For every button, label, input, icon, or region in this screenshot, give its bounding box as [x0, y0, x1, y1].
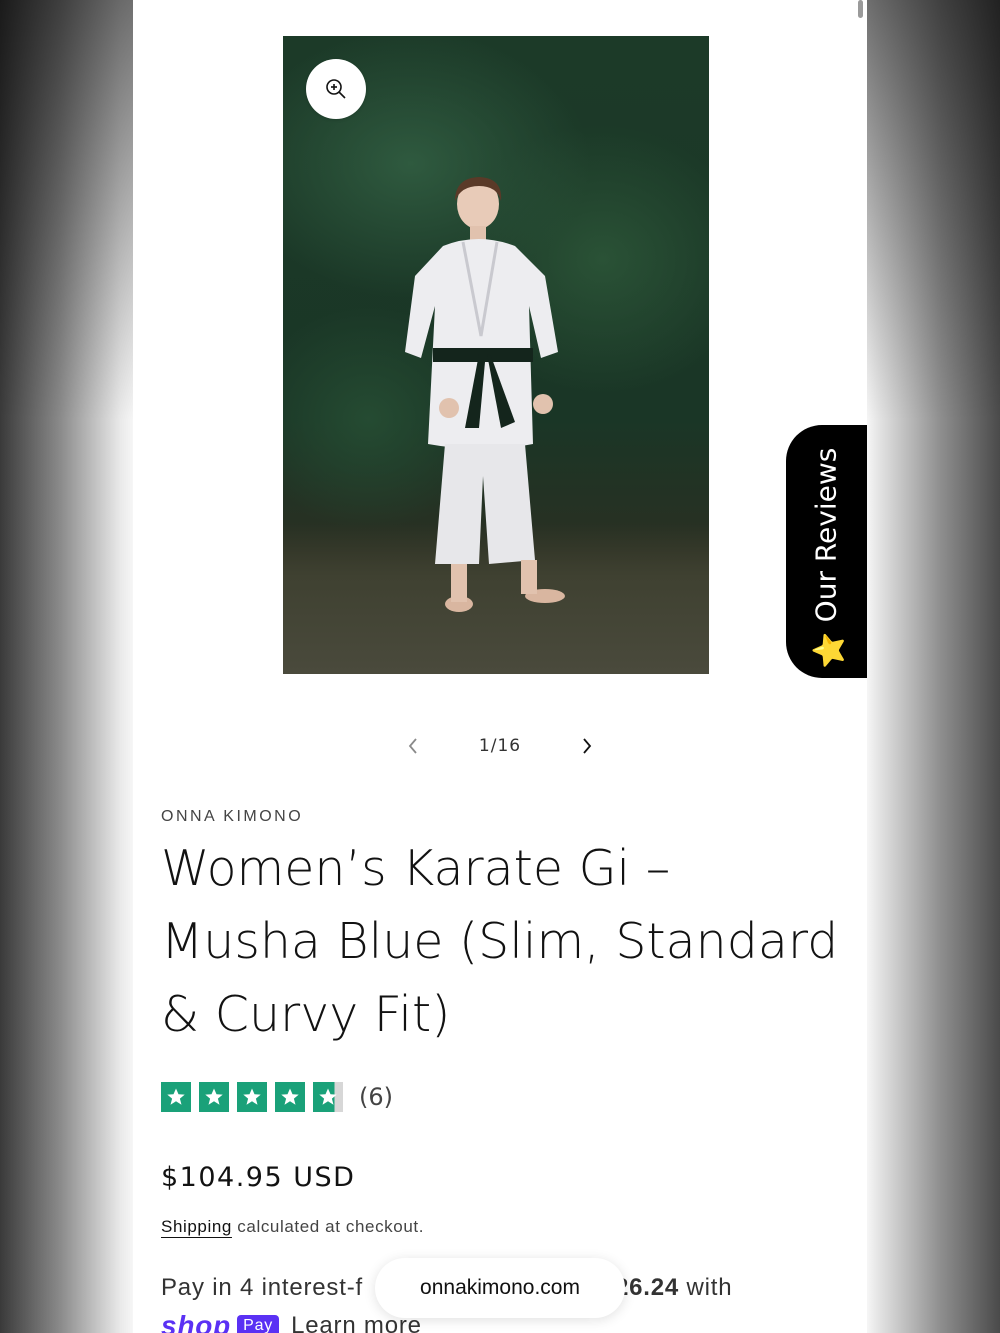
slide-counter: 1/16 — [478, 736, 522, 756]
product-rating[interactable]: (6) — [161, 1082, 393, 1112]
star-icon — [281, 1088, 299, 1105]
chevron-left-icon — [408, 738, 417, 754]
shipping-text: calculated at checkout. — [231, 1217, 425, 1236]
installments-prefix: Pay in 4 interest-f — [161, 1274, 363, 1301]
rating-star-1 — [161, 1082, 191, 1112]
product-page: Our Reviews ⭐ 1/16 ONNA KIMONO Women’s K… — [133, 0, 867, 1333]
shop-pay-logo: shop — [161, 1310, 232, 1333]
rating-star-2 — [199, 1082, 229, 1112]
star-icon — [243, 1088, 261, 1105]
product-photo-figure — [405, 177, 565, 612]
rating-count: (6) — [359, 1083, 393, 1111]
product-image[interactable] — [283, 36, 709, 674]
product-vendor: ONNA KIMONO — [161, 808, 304, 825]
shop-pay-badge: Pay — [237, 1315, 280, 1333]
zoom-button[interactable] — [306, 59, 366, 119]
zoom-in-icon — [326, 79, 346, 99]
star-half-icon — [319, 1088, 337, 1105]
our-reviews-tab[interactable]: Our Reviews ⭐ — [786, 425, 867, 678]
installments-suffix: with — [679, 1274, 733, 1301]
scrollbar[interactable] — [858, 0, 863, 18]
chevron-right-icon — [583, 738, 592, 754]
shop-pay-row: shop Pay Learn more — [161, 1310, 422, 1333]
shipping-link[interactable]: Shipping — [161, 1217, 232, 1236]
next-slide-button[interactable] — [573, 732, 601, 760]
rating-star-4 — [275, 1082, 305, 1112]
product-price: $104.95 USD — [161, 1162, 356, 1193]
gallery-pager: 1/16 — [133, 728, 867, 764]
browser-url-bar[interactable]: onnakimono.com — [375, 1258, 625, 1318]
rating-star-5 — [313, 1082, 343, 1112]
url-text: onnakimono.com — [420, 1276, 580, 1299]
star-icon: ⭐ — [813, 631, 847, 670]
shipping-note: Shipping calculated at checkout. — [161, 1217, 424, 1237]
product-title: Women’s Karate Gi – Musha Blue (Slim, St… — [161, 840, 839, 1043]
our-reviews-label: Our Reviews — [809, 447, 843, 623]
star-icon — [167, 1088, 185, 1105]
previous-slide-button[interactable] — [399, 732, 427, 760]
star-icon — [205, 1088, 223, 1105]
rating-star-3 — [237, 1082, 267, 1112]
